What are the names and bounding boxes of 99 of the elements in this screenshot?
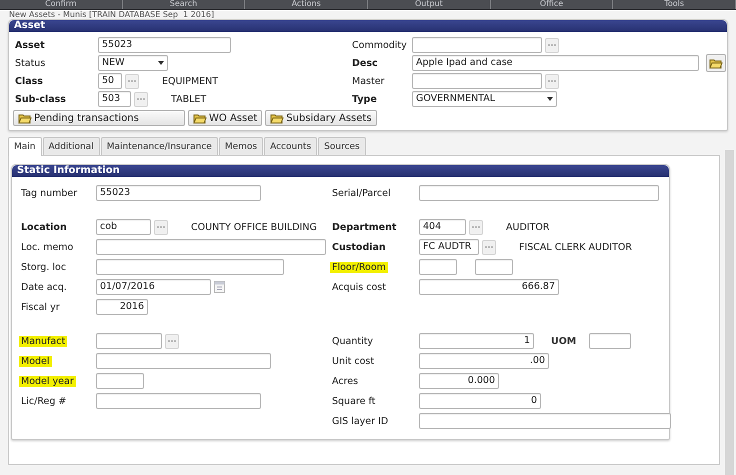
input-field[interactable] — [96, 333, 162, 349]
unit-label: UOM — [551, 336, 576, 346]
menu-item[interactable]: Tools — [613, 0, 736, 9]
field-label: Loc. memo — [20, 242, 74, 252]
input-field[interactable] — [589, 333, 632, 349]
field-label: Status — [14, 58, 46, 68]
field-label: Floor/Room — [330, 262, 388, 272]
input-field[interactable] — [96, 393, 261, 409]
lookup-button[interactable] — [469, 220, 483, 234]
field-label: Date acq. — [20, 282, 68, 292]
field-label: Sub-class — [14, 94, 67, 104]
input-field[interactable]: Apple Ipad and case — [412, 55, 699, 71]
menu-item[interactable]: Output — [368, 0, 491, 9]
input-field[interactable] — [419, 185, 659, 201]
input-field[interactable] — [419, 259, 457, 275]
folder-icon — [270, 112, 284, 124]
window-title: New Assets - Munis [TRAIN DATABASE Sep 1 2016] — [8, 10, 216, 19]
caret-icon — [547, 97, 553, 101]
input-field[interactable]: 404 — [419, 219, 466, 235]
input-field[interactable] — [96, 373, 144, 389]
tab[interactable]: Maintenance/Insurance — [100, 137, 218, 155]
lookup-button[interactable] — [134, 92, 148, 106]
input-field[interactable] — [96, 353, 271, 369]
input-field[interactable]: 01/07/2016 — [96, 279, 211, 295]
description-text: FISCAL CLERK AUDITOR — [519, 242, 632, 252]
menu-item[interactable]: Office — [490, 0, 614, 9]
input-field[interactable]: 666.87 — [419, 279, 559, 295]
field-label: Square ft — [331, 396, 376, 406]
lookup-button[interactable] — [125, 74, 139, 88]
description-text: EQUIPMENT — [162, 76, 218, 86]
field-label: Custodian — [331, 242, 387, 252]
field-label: Fiscal yr — [20, 302, 61, 312]
field-label: Lic/Reg # — [20, 396, 68, 406]
description-text: TABLET — [171, 94, 206, 104]
input-field[interactable]: 2016 — [96, 299, 148, 315]
tab[interactable]: Additional — [42, 137, 100, 155]
description-text: AUDITOR — [506, 222, 550, 232]
field-label: Quantity — [331, 336, 374, 346]
field-label: Storg. loc — [20, 262, 68, 272]
tab[interactable]: Memos — [218, 137, 264, 155]
lookup-button[interactable] — [154, 220, 168, 234]
menu-item[interactable]: Search — [122, 0, 246, 9]
field-label: Unit cost — [331, 356, 376, 366]
field-label: Department — [331, 222, 398, 232]
field-label: Master — [351, 76, 386, 86]
field-label: Asset — [14, 40, 46, 50]
action-button[interactable]: WO Asset — [188, 110, 262, 126]
dropdown[interactable]: GOVERNMENTAL — [412, 91, 557, 107]
description-text: COUNTY OFFICE BUILDING — [191, 222, 317, 232]
lookup-button[interactable] — [482, 240, 496, 254]
input-field[interactable]: .00 — [419, 353, 549, 369]
input-field[interactable] — [412, 73, 542, 89]
input-field[interactable]: 55023 — [96, 185, 261, 201]
field-label: Acres — [331, 376, 360, 386]
input-field[interactable]: FC AUDTR — [419, 239, 479, 255]
field-label: Serial/Parcel — [331, 188, 392, 198]
field-label: Type — [351, 94, 378, 104]
field-label: GIS layer ID — [331, 416, 390, 426]
input-field[interactable] — [96, 239, 326, 255]
field-label: Tag number — [20, 188, 78, 198]
action-button[interactable]: Pending transactions — [13, 110, 185, 126]
folder-icon — [18, 112, 32, 124]
field-label: Commodity — [351, 40, 408, 50]
folder-icon — [193, 112, 207, 124]
input-field[interactable]: 0 — [419, 393, 541, 409]
attach-button[interactable] — [706, 54, 726, 72]
input-field[interactable]: 1 — [419, 333, 534, 349]
lookup-button[interactable] — [545, 38, 559, 52]
panel-header: Asset — [9, 20, 727, 32]
folder-icon — [709, 57, 723, 69]
dropdown[interactable]: NEW — [98, 55, 168, 71]
input-field[interactable]: 50 — [98, 73, 122, 89]
menu-item[interactable]: Actions — [245, 0, 368, 9]
caret-icon — [158, 61, 164, 65]
input-field[interactable]: cob — [96, 219, 151, 235]
lookup-button[interactable] — [545, 74, 559, 88]
field-label: Manufact — [19, 336, 68, 346]
field-label: Model — [19, 356, 52, 366]
input-field[interactable] — [419, 413, 671, 429]
scrollbar[interactable] — [725, 150, 734, 475]
input-field[interactable]: 55023 — [98, 37, 231, 53]
input-field[interactable] — [412, 37, 542, 53]
tab[interactable]: Main — [8, 137, 42, 156]
field-label: Class — [14, 76, 44, 86]
calendar-icon — [214, 281, 225, 293]
action-button[interactable]: Subsidary Assets — [265, 110, 377, 126]
tab[interactable]: Sources — [318, 137, 366, 155]
field-label: Model year — [19, 376, 76, 386]
input-field[interactable] — [475, 259, 513, 275]
field-label: Acquis cost — [331, 282, 387, 292]
input-field[interactable] — [96, 259, 284, 275]
panel-header: Static Information — [12, 165, 669, 177]
input-field[interactable]: 503 — [98, 91, 131, 107]
input-field[interactable]: 0.000 — [419, 373, 499, 389]
tab[interactable]: Accounts — [264, 137, 318, 155]
lookup-button[interactable] — [165, 334, 179, 348]
menu-item[interactable]: Confirm — [0, 0, 123, 9]
field-label: Location — [20, 222, 68, 232]
field-label: Desc — [351, 58, 379, 68]
